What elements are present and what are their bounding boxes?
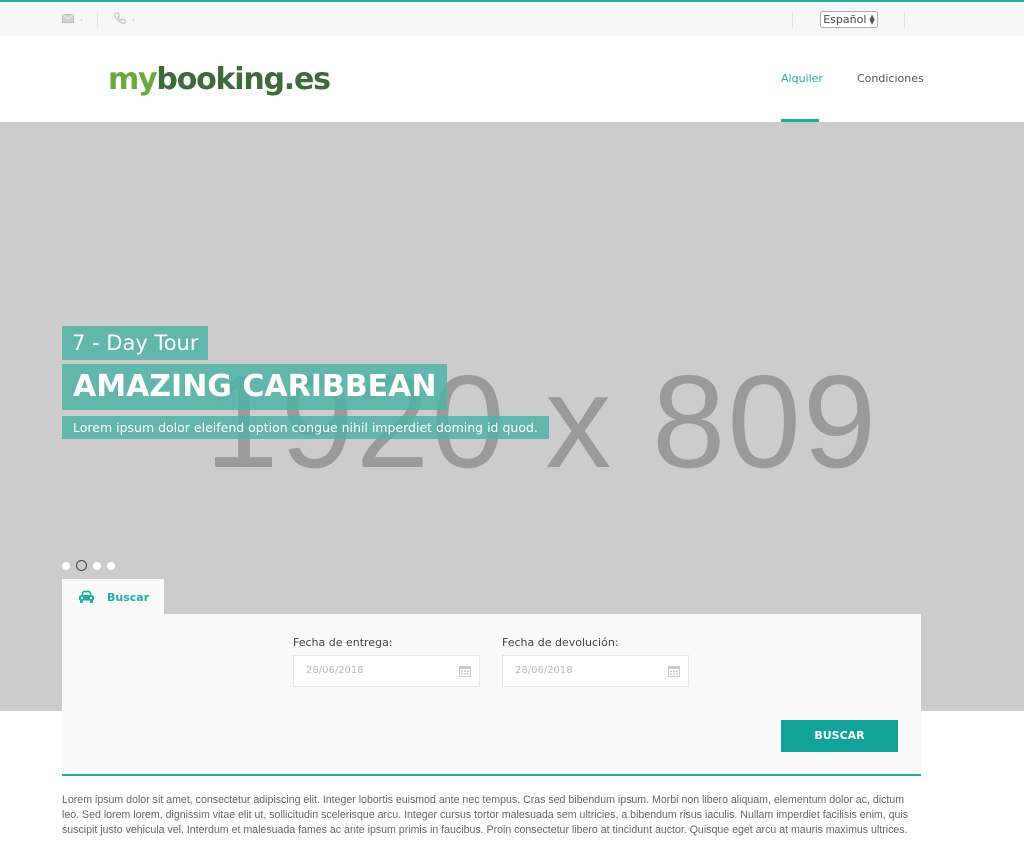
- intro-paragraph: Lorem ipsum dolor sit amet, consectetur …: [62, 794, 909, 837]
- caption-title: AMAZING CARIBBEAN: [62, 364, 448, 410]
- car-icon: [79, 590, 94, 603]
- top-bar: . . Español ▲ ▼: [0, 0, 1024, 36]
- divider: [792, 12, 793, 28]
- slider-dot[interactable]: [62, 561, 70, 570]
- slider-dot[interactable]: [93, 561, 101, 570]
- slider-dot[interactable]: [107, 561, 115, 570]
- phone-contact[interactable]: .: [114, 12, 135, 24]
- calendar-icon[interactable]: [459, 665, 471, 677]
- caption-text: Lorem ipsum dolor eleifend option congue…: [62, 416, 549, 439]
- return-date-input[interactable]: 28/06/2018: [502, 655, 689, 687]
- envelope-icon: [62, 13, 74, 23]
- email-text: .: [80, 12, 84, 24]
- language-select[interactable]: Español ▲ ▼: [820, 11, 878, 28]
- email-contact[interactable]: .: [62, 12, 83, 24]
- logo-text-my: my: [108, 62, 158, 97]
- return-date-value: 28/06/2018: [515, 665, 573, 676]
- language-selected: Español: [823, 13, 867, 26]
- delivery-date-value: 28/06/2018: [306, 665, 364, 676]
- tab-buscar[interactable]: Buscar: [62, 579, 164, 615]
- delivery-date-label: Fecha de entrega:: [293, 636, 393, 649]
- delivery-date-input[interactable]: 28/06/2018: [293, 655, 480, 687]
- site-header: mybooking.es Alquiler Condiciones: [0, 36, 1024, 122]
- calendar-icon[interactable]: [668, 665, 680, 677]
- nav-item-alquiler[interactable]: Alquiler: [781, 72, 823, 85]
- slider-pagination: [62, 560, 115, 571]
- select-arrows-icon: ▲ ▼: [869, 12, 875, 26]
- return-date-label: Fecha de devolución:: [502, 636, 619, 649]
- search-button[interactable]: BUSCAR: [781, 720, 898, 752]
- logo-text-booking: booking.es: [156, 62, 331, 97]
- site-logo[interactable]: mybooking.es: [108, 60, 331, 100]
- slider-dot-active[interactable]: [76, 560, 87, 571]
- divider: [904, 12, 905, 28]
- search-panel: Fecha de entrega: 28/06/2018 Fecha de de…: [62, 614, 921, 776]
- phone-icon: [114, 12, 126, 24]
- nav-item-condiciones[interactable]: Condiciones: [857, 72, 924, 85]
- tab-label: Buscar: [107, 590, 150, 604]
- caption-subtitle: 7 - Day Tour: [62, 326, 209, 360]
- phone-text: .: [132, 12, 136, 24]
- divider: [97, 12, 98, 28]
